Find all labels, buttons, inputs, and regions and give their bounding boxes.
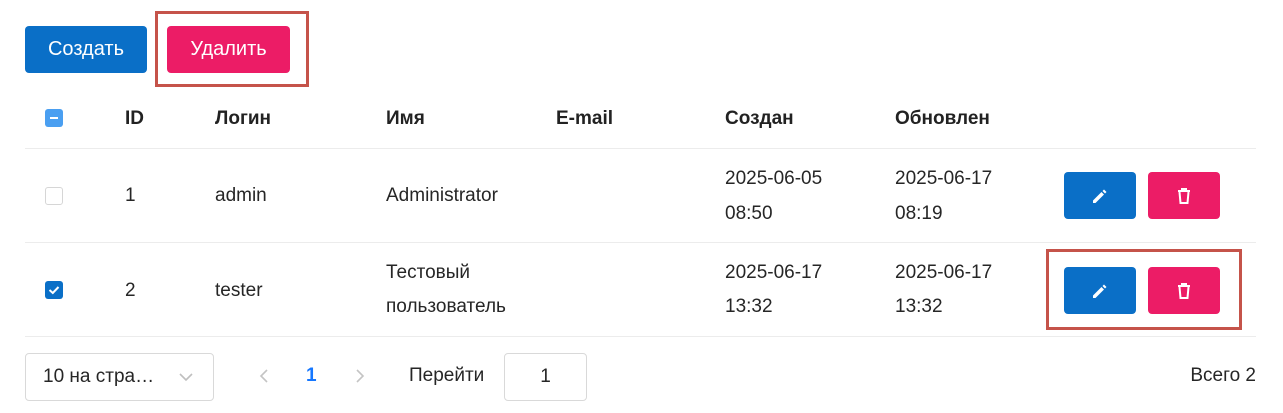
create-button[interactable]: Создать — [25, 26, 147, 73]
select-all-checkbox[interactable] — [45, 109, 63, 127]
column-header-name[interactable]: Имя — [386, 108, 425, 130]
row-checkbox[interactable] — [45, 187, 63, 205]
chevron-down-icon — [179, 373, 193, 382]
delete-row-button[interactable] — [1148, 172, 1220, 219]
check-icon — [48, 286, 60, 295]
column-header-login[interactable]: Логин — [215, 108, 271, 130]
chevron-left-icon[interactable] — [257, 367, 271, 385]
row-divider — [25, 242, 1256, 243]
page-size-select[interactable]: 10 на стра… — [25, 353, 214, 401]
cell-id: 2 — [125, 280, 136, 301]
column-header-updated[interactable]: Обновлен — [895, 108, 990, 130]
trash-icon — [1178, 187, 1190, 204]
cell-login: admin — [215, 185, 267, 206]
row-divider — [25, 336, 1256, 337]
cell-updated-time: 13:32 — [895, 296, 943, 317]
cell-updated-time: 08:19 — [895, 203, 943, 224]
page-number-current[interactable]: 1 — [306, 365, 317, 387]
column-header-email[interactable]: E-mail — [556, 108, 613, 130]
row-checkbox[interactable] — [45, 281, 63, 299]
total-count: Всего 2 — [1190, 365, 1256, 386]
goto-page-input[interactable] — [504, 353, 587, 401]
cell-name-line2: пользователь — [386, 296, 506, 317]
cell-login: tester — [215, 280, 263, 301]
chevron-right-icon[interactable] — [353, 367, 367, 385]
pencil-icon — [1093, 189, 1107, 203]
column-header-id[interactable]: ID — [125, 108, 144, 130]
header-divider — [25, 148, 1256, 149]
column-header-created[interactable]: Создан — [725, 108, 794, 130]
goto-label: Перейти — [409, 365, 485, 386]
cell-name: Administrator — [386, 185, 498, 206]
page-size-value: 10 на стра… — [43, 366, 155, 387]
delete-button-highlight — [155, 11, 309, 87]
row-actions-highlight — [1046, 249, 1242, 330]
cell-created-time: 13:32 — [725, 296, 773, 317]
edit-button[interactable] — [1064, 172, 1136, 219]
cell-id: 1 — [125, 185, 136, 206]
cell-created-time: 08:50 — [725, 203, 773, 224]
